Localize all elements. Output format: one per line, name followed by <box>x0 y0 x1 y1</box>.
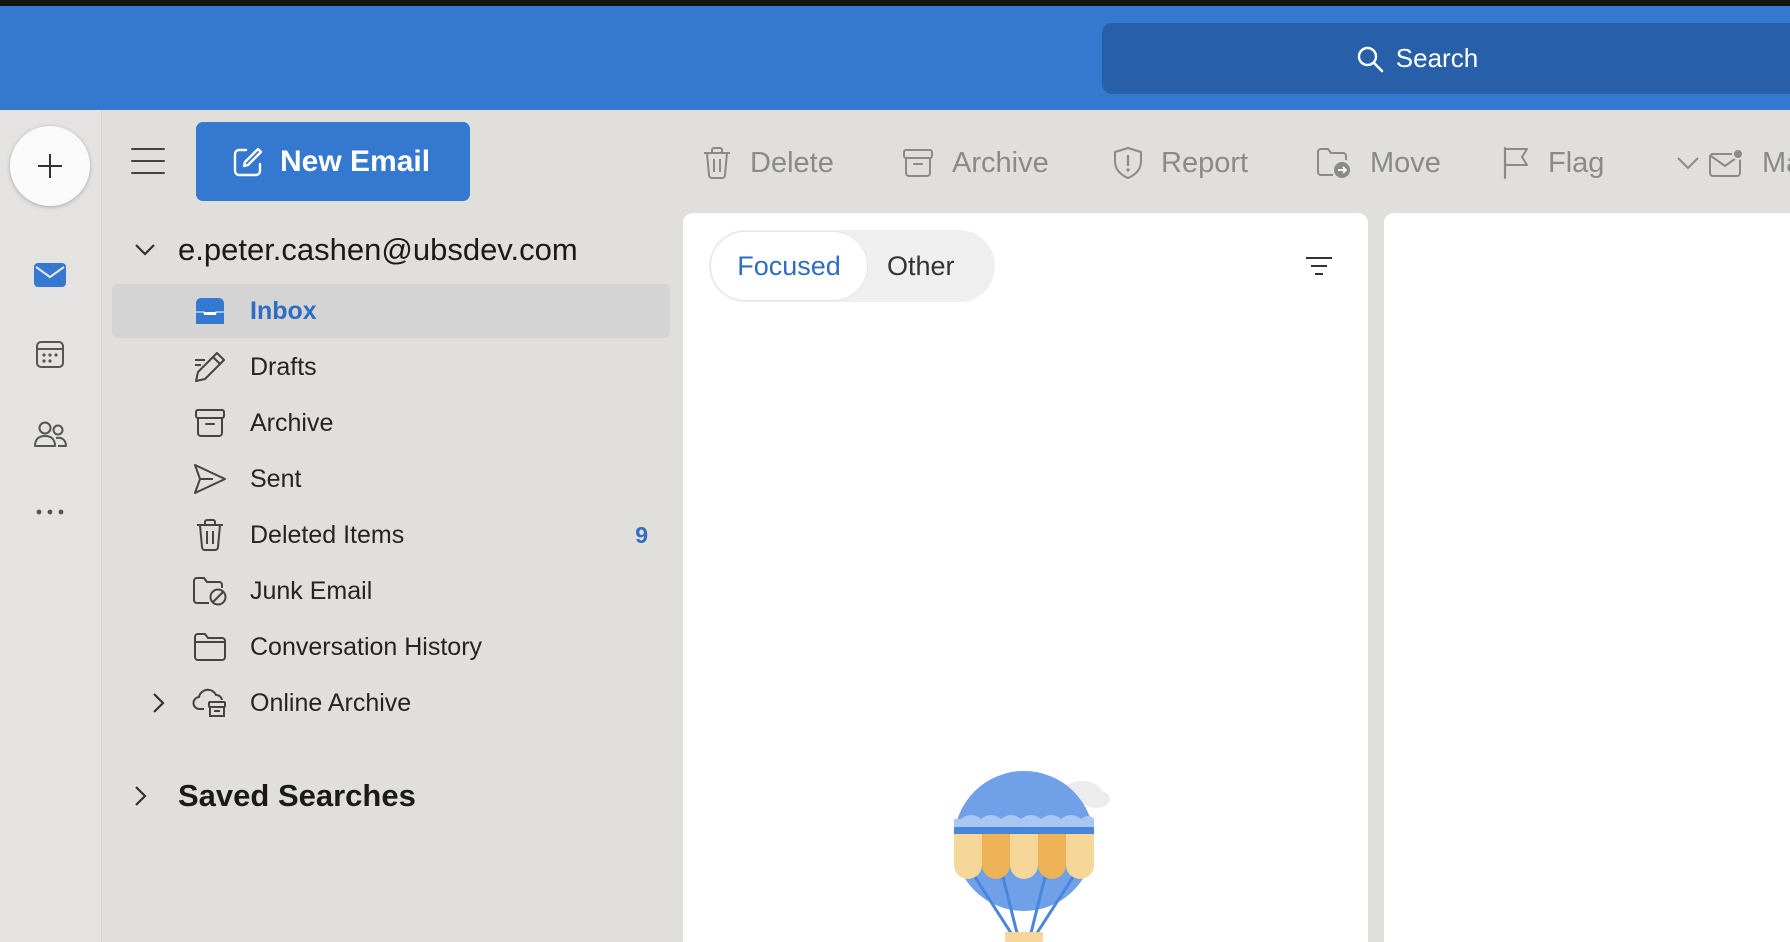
chevron-right-icon <box>134 785 164 807</box>
cloud-archive-icon <box>192 685 228 721</box>
mail-unread-icon <box>1709 148 1744 177</box>
inbox-icon <box>192 293 228 329</box>
folder-label: Inbox <box>250 296 317 325</box>
folder-inbox[interactable]: Inbox <box>112 284 670 338</box>
saved-searches-label: Saved Searches <box>178 778 416 813</box>
archive-icon <box>192 405 228 441</box>
rail-calendar[interactable] <box>30 334 70 374</box>
hot-air-balloon-illustration <box>954 771 1110 942</box>
delete-label: Delete <box>750 146 834 179</box>
mark-button[interactable]: Ma <box>1708 118 1790 208</box>
folder-label: Deleted Items <box>250 520 405 549</box>
plus-icon <box>38 154 62 178</box>
search-icon <box>1357 46 1384 72</box>
report-button[interactable]: Report <box>1113 118 1248 208</box>
move-button[interactable]: Move <box>1316 118 1441 208</box>
report-label: Report <box>1161 146 1249 179</box>
new-email-label: New Email <box>280 144 431 178</box>
move-folder-icon <box>1317 148 1350 178</box>
archive-icon <box>903 149 933 177</box>
search-box[interactable]: Search <box>1102 23 1790 94</box>
top-bar: Search <box>0 6 1790 110</box>
inbox-pivot: Focused Other <box>709 230 995 302</box>
people-icon <box>34 421 67 447</box>
trash-icon <box>192 517 228 553</box>
rail-people[interactable] <box>30 414 70 454</box>
saved-searches-header[interactable]: Saved Searches <box>134 776 416 816</box>
delete-button[interactable]: Delete <box>702 118 834 208</box>
rail-more[interactable] <box>30 492 70 532</box>
compose-icon <box>233 147 263 176</box>
trash-icon <box>704 147 730 179</box>
flag-label: Flag <box>1548 146 1605 179</box>
message-list-pane: Focused Other <box>683 213 1368 942</box>
folder-label: Conversation History <box>250 632 483 661</box>
folder-label: Sent <box>250 464 302 493</box>
folder-label: Drafts <box>250 352 317 381</box>
tab-other[interactable]: Other <box>887 230 955 302</box>
send-icon <box>192 461 228 497</box>
folder-label: Junk Email <box>250 576 373 605</box>
add-button[interactable] <box>10 126 90 206</box>
folder-conversation-history[interactable]: Conversation History <box>112 620 670 674</box>
chevron-right-icon[interactable] <box>152 692 166 714</box>
calendar-icon <box>36 341 64 368</box>
junk-folder-icon <box>192 573 228 609</box>
pencil-icon <box>192 349 228 385</box>
archive-label: Archive <box>952 146 1049 179</box>
account-email: e.peter.cashen@ubsdev.com <box>178 232 578 267</box>
folder-online-archive[interactable]: Online Archive <box>112 676 670 730</box>
reading-pane <box>1384 213 1790 942</box>
filter-icon[interactable] <box>1303 251 1335 281</box>
search-label: Search <box>1395 43 1479 73</box>
mail-icon <box>34 263 66 287</box>
folder-archive[interactable]: Archive <box>112 396 670 450</box>
rail-mail[interactable] <box>30 255 70 295</box>
flag-icon <box>1503 146 1528 180</box>
flag-button[interactable]: Flag <box>1502 118 1604 208</box>
archive-button[interactable]: Archive <box>902 118 1049 208</box>
move-label: Move <box>1370 146 1441 179</box>
folder-label: Online Archive <box>250 688 412 717</box>
chevron-down-icon <box>134 243 164 257</box>
folder-drafts[interactable]: Drafts <box>112 340 670 394</box>
hamburger-menu-icon[interactable] <box>130 146 166 176</box>
folder-junk-email[interactable]: Junk Email <box>112 564 670 618</box>
tab-focused[interactable]: Focused <box>711 232 867 300</box>
account-header[interactable]: e.peter.cashen@ubsdev.com <box>134 230 578 270</box>
folder-deleted-items[interactable]: Deleted Items 9 <box>112 508 670 562</box>
folder-icon <box>192 629 228 665</box>
more-icon <box>36 509 64 515</box>
shield-icon <box>1114 147 1142 179</box>
folder-sent[interactable]: Sent <box>112 452 670 506</box>
unread-count-badge: 9 <box>635 521 648 548</box>
mark-label: Ma <box>1762 146 1790 179</box>
new-email-button[interactable]: New Email <box>196 122 470 201</box>
folder-label: Archive <box>250 408 334 437</box>
chevron-down-icon <box>1677 157 1699 170</box>
